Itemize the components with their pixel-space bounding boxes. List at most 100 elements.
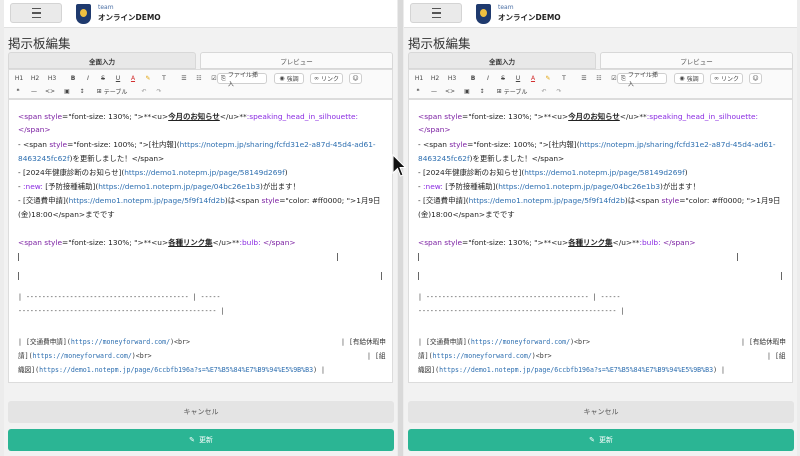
text-color-icon[interactable]: A [128, 73, 138, 84]
editor-tabs: 全面入力 プレビュー [8, 52, 393, 69]
table-icon: ⊞ [496, 88, 502, 95]
h2-button[interactable]: H2 [429, 73, 441, 84]
font-size-icon[interactable]: T [158, 73, 170, 84]
top-bar: team オンラインDEMO [4, 0, 397, 28]
paperclip-icon: ⎘ [221, 74, 226, 82]
table-border [381, 272, 382, 280]
quote-icon[interactable]: ❝ [413, 86, 423, 97]
text-color-icon[interactable]: A [528, 73, 538, 84]
redo-icon[interactable]: ↷ [554, 86, 564, 97]
file-insert-button[interactable]: ⎘ ファイル挿入 [217, 72, 267, 88]
page-title: 掲示板編集 [8, 36, 71, 51]
bullet-list-icon[interactable]: ☰ [579, 73, 589, 84]
table-separator: ----------------------------------------… [418, 307, 625, 315]
link-icon: ∞ [314, 75, 319, 82]
emphasis-button[interactable]: ◉ 強調 [674, 73, 704, 84]
undo-icon[interactable]: ↶ [539, 86, 549, 97]
code-icon[interactable]: <> [44, 86, 56, 97]
editor-tabs: 全面入力 プレビュー [408, 52, 793, 69]
underline-button[interactable]: U [513, 73, 523, 84]
markdown-editor[interactable]: <span style="font-size: 130%; ">**<u>今月の… [8, 99, 393, 383]
menu-button[interactable] [10, 3, 62, 23]
team-label: team [498, 4, 514, 11]
editor-line: | [組 [367, 352, 386, 360]
team-name[interactable]: オンラインDEMO [498, 12, 561, 23]
bold-button[interactable]: B [68, 73, 78, 84]
markdown-editor[interactable]: <span style="font-size: 130%; ">**<u>今月の… [408, 99, 793, 383]
undo-icon[interactable]: ↶ [139, 86, 149, 97]
editor-line: | [組 [767, 352, 786, 360]
h2-button[interactable]: H2 [29, 73, 41, 84]
editor-line: - [2024年健康診断のお知らせ](https://demo1.notepm.… [18, 168, 288, 177]
tab-preview[interactable]: プレビュー [200, 52, 393, 69]
tab-preview[interactable]: プレビュー [600, 52, 793, 69]
image-icon[interactable]: ▣ [62, 86, 72, 97]
h1-button[interactable]: H1 [413, 73, 425, 84]
bold-button[interactable]: B [468, 73, 478, 84]
link-button[interactable]: ∞ リンク [710, 73, 743, 84]
italic-button[interactable]: I [83, 73, 93, 84]
table-border [18, 253, 19, 261]
marker-icon[interactable]: ✎ [143, 73, 153, 84]
editor-line: <span style="font-size: 130%; ">**<u>今月の… [18, 112, 359, 121]
emoji-button[interactable]: ☺ [349, 73, 362, 84]
editor-line: - :new: [予防接種補助](https://demo1.notepm.jp… [18, 182, 300, 191]
quote-icon[interactable]: ❝ [13, 86, 23, 97]
table-separator: ----------------------------------------… [18, 307, 225, 315]
horizontal-rule-icon[interactable]: — [29, 86, 39, 97]
team-name[interactable]: オンラインDEMO [98, 12, 161, 23]
mouse-cursor-icon [392, 154, 406, 177]
table-button[interactable]: ⊞ テーブル [491, 86, 533, 97]
editor-panel-left: team オンラインDEMO 掲示板編集 全面入力 プレビュー H1 H2 H3… [4, 0, 397, 456]
tab-full-input[interactable]: 全面入力 [408, 52, 596, 69]
cancel-button[interactable]: キャンセル [8, 401, 394, 423]
editor-line: 8463245fc62f)を更新しました！</span> [18, 154, 165, 163]
emphasis-label: 強調 [686, 76, 699, 83]
editor-line: 8463245fc62f)を更新しました！</span> [418, 154, 565, 163]
line-height-icon[interactable]: ↕ [77, 86, 87, 97]
table-border [418, 272, 419, 280]
file-insert-label: ファイル挿入 [627, 71, 658, 88]
split-divider[interactable] [398, 0, 403, 456]
h3-button[interactable]: H3 [46, 73, 58, 84]
font-size-icon[interactable]: T [558, 73, 570, 84]
emphasis-button[interactable]: ◉ 強調 [274, 73, 304, 84]
update-button[interactable]: ✎ 更新 [8, 429, 394, 451]
editor-line: </span> [18, 125, 51, 134]
horizontal-rule-icon[interactable]: — [429, 86, 439, 97]
underline-button[interactable]: U [113, 73, 123, 84]
update-label: 更新 [198, 436, 213, 444]
table-separator: | --------------------------------------… [418, 293, 621, 301]
marker-icon[interactable]: ✎ [543, 73, 553, 84]
h1-button[interactable]: H1 [13, 73, 25, 84]
bullet-list-icon[interactable]: ☰ [179, 73, 189, 84]
pencil-icon: ✎ [589, 436, 595, 444]
paperclip-icon: ⎘ [621, 74, 626, 82]
menu-button[interactable] [410, 3, 462, 23]
code-icon[interactable]: <> [444, 86, 456, 97]
numbered-list-icon[interactable]: ☷ [194, 73, 204, 84]
numbered-list-icon[interactable]: ☷ [594, 73, 604, 84]
line-height-icon[interactable]: ↕ [477, 86, 487, 97]
table-button[interactable]: ⊞ テーブル [91, 86, 133, 97]
file-insert-button[interactable]: ⎘ ファイル挿入 [617, 72, 667, 88]
editor-line: 請](https://moneyforward.com/)<br> [418, 352, 552, 360]
h3-button[interactable]: H3 [446, 73, 458, 84]
redo-icon[interactable]: ↷ [154, 86, 164, 97]
italic-button[interactable]: I [483, 73, 493, 84]
editor-line: - [交通費申請](https://demo1.notepm.jp/page/5… [18, 196, 381, 205]
editor-line: | [有給休暇申 [741, 338, 786, 346]
editor-line: <span style="font-size: 130%; ">**<u>各種リ… [18, 238, 296, 247]
team-label: team [98, 4, 114, 11]
update-button[interactable]: ✎ 更新 [408, 429, 794, 451]
strike-button[interactable]: S [98, 73, 108, 84]
image-icon[interactable]: ▣ [462, 86, 472, 97]
hamburger-icon [431, 6, 441, 19]
screen: team オンラインDEMO 掲示板編集 全面入力 プレビュー H1 H2 H3… [0, 0, 800, 456]
emoji-button[interactable]: ☺ [749, 73, 762, 84]
tab-full-input[interactable]: 全面入力 [8, 52, 196, 69]
table-border [18, 272, 19, 280]
strike-button[interactable]: S [498, 73, 508, 84]
cancel-button[interactable]: キャンセル [408, 401, 794, 423]
link-button[interactable]: ∞ リンク [310, 73, 343, 84]
